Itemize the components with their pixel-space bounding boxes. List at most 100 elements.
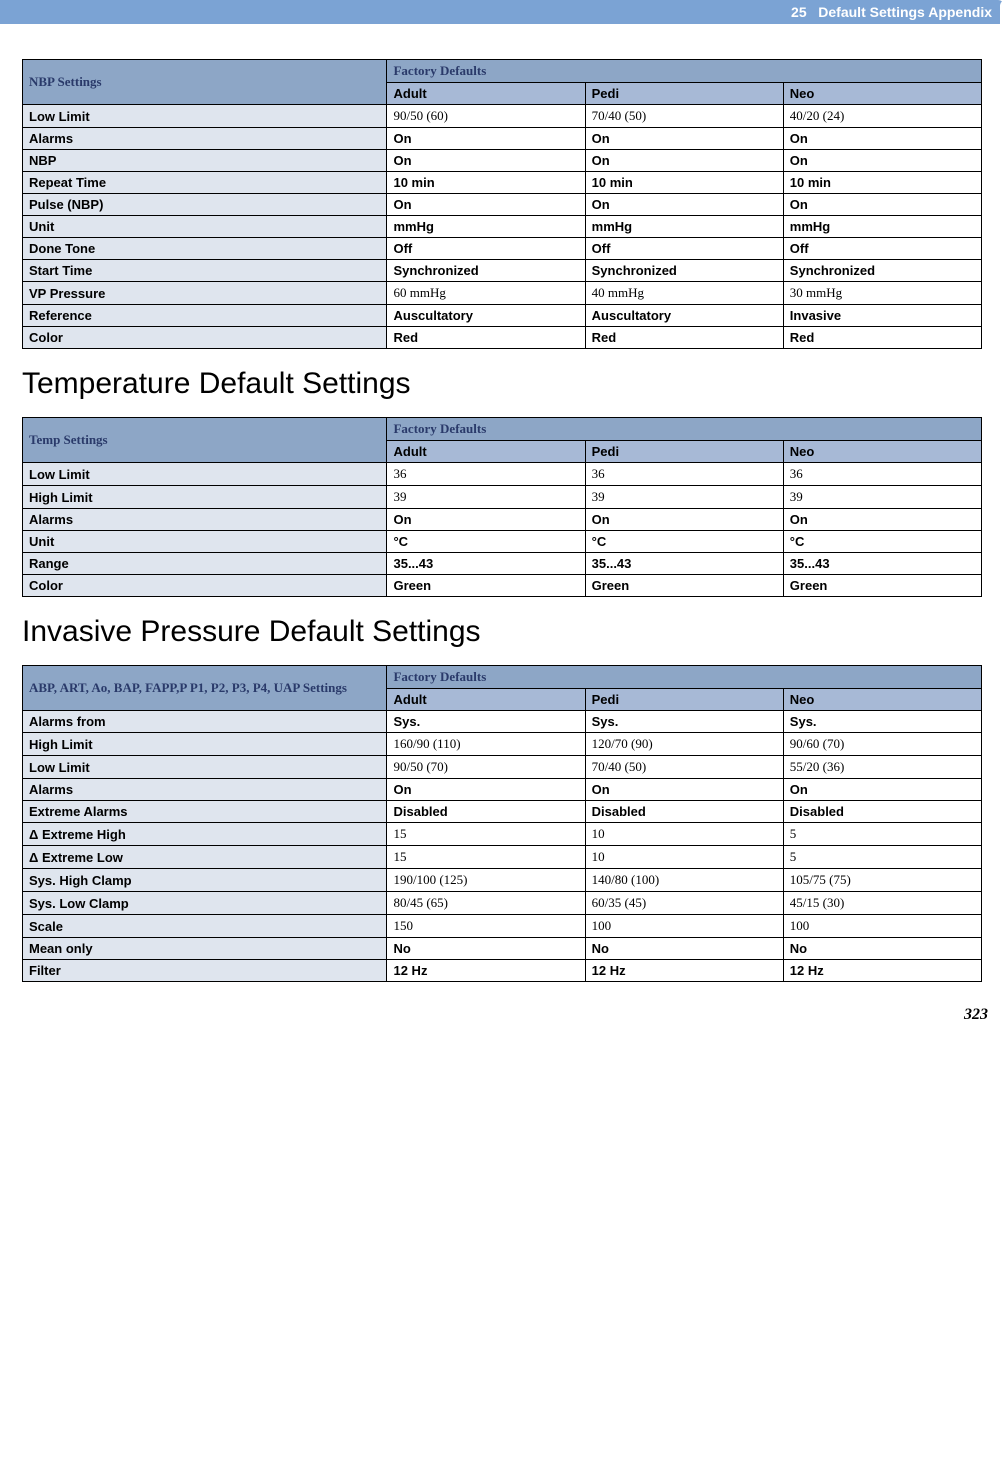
table-row: VP Pressure60 mmHg40 mmHg30 mmHg [23, 282, 982, 305]
row-label: Filter [23, 960, 387, 982]
row-label: Sys. Low Clamp [23, 892, 387, 915]
row-value: °C [387, 531, 585, 553]
row-value: 15 [387, 846, 585, 869]
table-row: Sys. High Clamp190/100 (125)140/80 (100)… [23, 869, 982, 892]
row-value: Off [783, 238, 981, 260]
row-value: 70/40 (50) [585, 105, 783, 128]
row-label: Δ Extreme Low [23, 846, 387, 869]
row-value: On [585, 509, 783, 531]
table-row: High Limit393939 [23, 486, 982, 509]
row-value: Green [387, 575, 585, 597]
row-label: Color [23, 575, 387, 597]
table-row: Scale150100100 [23, 915, 982, 938]
row-value: 35...43 [585, 553, 783, 575]
row-value: 36 [387, 463, 585, 486]
row-label: Low Limit [23, 105, 387, 128]
row-label: Reference [23, 305, 387, 327]
row-value: On [783, 779, 981, 801]
row-label: Alarms from [23, 711, 387, 733]
row-value: 190/100 (125) [387, 869, 585, 892]
row-value: Sys. [783, 711, 981, 733]
nbp-group-cell: Factory Defaults [387, 60, 982, 83]
table-row: Pulse (NBP)OnOnOn [23, 194, 982, 216]
col-adult: Adult [387, 689, 585, 711]
temp-heading: Temperature Default Settings [22, 367, 982, 401]
row-value: Invasive [783, 305, 981, 327]
row-value: Green [783, 575, 981, 597]
row-label: Alarms [23, 509, 387, 531]
row-value: 12 Hz [783, 960, 981, 982]
row-value: 90/60 (70) [783, 733, 981, 756]
row-value: 140/80 (100) [585, 869, 783, 892]
row-value: 36 [585, 463, 783, 486]
row-value: No [783, 938, 981, 960]
row-value: On [585, 150, 783, 172]
table-row: High Limit160/90 (110)120/70 (90)90/60 (… [23, 733, 982, 756]
row-value: On [387, 128, 585, 150]
row-value: mmHg [585, 216, 783, 238]
row-value: Red [387, 327, 585, 349]
temp-settings-table: Temp Settings Factory Defaults Adult Ped… [22, 417, 982, 597]
chapter-number: 25 [791, 4, 807, 20]
row-value: Auscultatory [387, 305, 585, 327]
row-value: On [585, 779, 783, 801]
row-value: Green [585, 575, 783, 597]
row-value: 36 [783, 463, 981, 486]
row-value: On [387, 150, 585, 172]
row-value: °C [585, 531, 783, 553]
row-value: 12 Hz [387, 960, 585, 982]
row-label: High Limit [23, 486, 387, 509]
table-row: AlarmsOnOnOn [23, 509, 982, 531]
row-value: 120/70 (90) [585, 733, 783, 756]
chapter-title: Default Settings Appendix [818, 4, 992, 20]
temp-title-cell: Temp Settings [23, 418, 387, 463]
table-row: Δ Extreme Low15105 [23, 846, 982, 869]
row-label: Unit [23, 531, 387, 553]
row-value: Disabled [585, 801, 783, 823]
chapter-header: 25 Default Settings Appendix [0, 0, 1004, 24]
table-row: Unit°C°C°C [23, 531, 982, 553]
row-value: 40 mmHg [585, 282, 783, 305]
row-label: Sys. High Clamp [23, 869, 387, 892]
inv-rows: Alarms fromSys.Sys.Sys.High Limit160/90 … [23, 711, 982, 982]
row-label: Done Tone [23, 238, 387, 260]
row-value: On [783, 150, 981, 172]
row-value: On [783, 509, 981, 531]
row-label: High Limit [23, 733, 387, 756]
temp-group-cell: Factory Defaults [387, 418, 982, 441]
inv-group-cell: Factory Defaults [387, 666, 982, 689]
row-value: 150 [387, 915, 585, 938]
row-label: Alarms [23, 779, 387, 801]
temp-rows: Low Limit363636High Limit393939AlarmsOnO… [23, 463, 982, 597]
row-value: mmHg [387, 216, 585, 238]
table-row: ColorGreenGreenGreen [23, 575, 982, 597]
page-content: NBP Settings Factory Defaults Adult Pedi… [0, 24, 1004, 1000]
row-value: 15 [387, 823, 585, 846]
row-label: Unit [23, 216, 387, 238]
row-value: Off [387, 238, 585, 260]
table-row: Low Limit90/50 (60)70/40 (50)40/20 (24) [23, 105, 982, 128]
row-label: Start Time [23, 260, 387, 282]
col-neo: Neo [783, 83, 981, 105]
table-row: AlarmsOnOnOn [23, 128, 982, 150]
table-row: Extreme AlarmsDisabledDisabledDisabled [23, 801, 982, 823]
table-row: Δ Extreme High15105 [23, 823, 982, 846]
row-value: 105/75 (75) [783, 869, 981, 892]
row-label: Mean only [23, 938, 387, 960]
row-value: Red [585, 327, 783, 349]
row-value: 160/90 (110) [387, 733, 585, 756]
col-neo: Neo [783, 689, 981, 711]
page-number: 323 [0, 1000, 1004, 1034]
row-value: On [585, 128, 783, 150]
row-value: Red [783, 327, 981, 349]
row-value: No [387, 938, 585, 960]
row-value: 40/20 (24) [783, 105, 981, 128]
row-value: 60/35 (45) [585, 892, 783, 915]
row-value: 5 [783, 823, 981, 846]
row-value: Sys. [585, 711, 783, 733]
row-value: Disabled [387, 801, 585, 823]
row-value: 10 [585, 823, 783, 846]
row-value: On [783, 128, 981, 150]
row-value: 12 Hz [585, 960, 783, 982]
row-value: mmHg [783, 216, 981, 238]
